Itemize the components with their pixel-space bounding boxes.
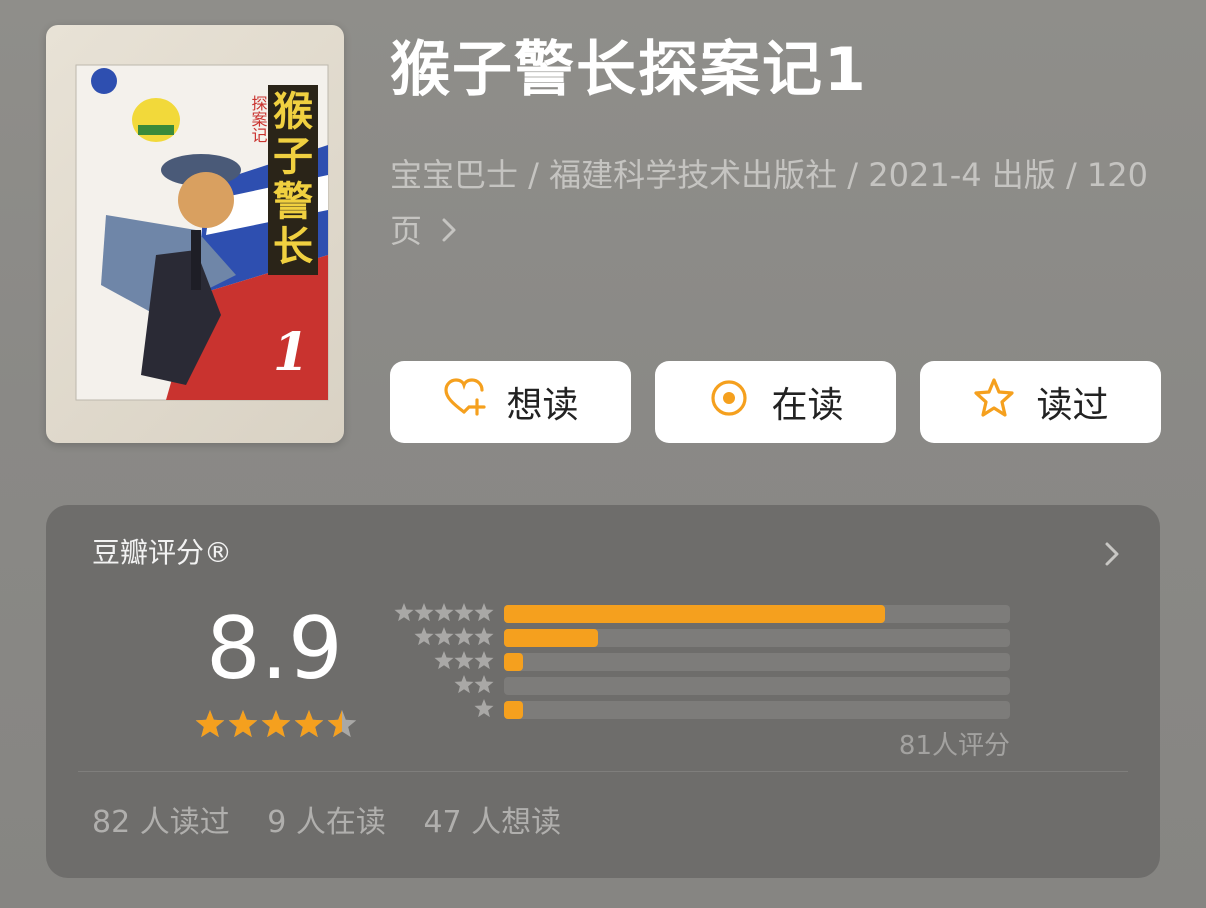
rating-row-1 [384,698,1014,722]
star-icon [434,603,454,622]
star-filled-icon [294,710,324,738]
want-count: 47 人想读 [423,805,562,840]
star-icon [434,651,454,670]
cover-illustration: 猴 子 警 长 探案记 1 [75,64,329,401]
score-stars [194,708,359,746]
rating-row-3 [384,650,1014,674]
rating-row-4 [384,626,1014,650]
rating-bar-3 [504,653,523,671]
have-read-label: 读过 [1036,385,1109,426]
rating-bar-4 [504,629,598,647]
rating-count: 81人评分 [898,731,1010,761]
want-to-read-button[interactable]: 想读 [390,361,631,443]
reader-stats: 82 人读过 9 人在读 47 人想读 [92,797,589,841]
read-count: 82 人读过 [92,805,230,840]
divider [78,771,1128,772]
rating-panel[interactable]: 豆瓣评分® 8.9 81人评分 82 人读过 9 人在读 47 人想读 [46,505,1160,878]
have-read-button[interactable]: 读过 [920,361,1161,443]
target-circle-icon [707,376,751,429]
star-icon [454,651,474,670]
star-icon [434,627,454,646]
cover-title-char-3: 长 [273,224,313,270]
cover-subtitle: 探案记 [249,95,268,143]
star-filled-icon [228,710,258,738]
reading-button[interactable]: 在读 [655,361,896,443]
star-icon [414,603,434,622]
star-icon [454,675,474,694]
rating-bar-1 [504,701,523,719]
book-meta-text: 宝宝巴士 / 福建科学技术出版社 / 2021-4 出版 / 120 页 [390,156,1148,250]
want-to-read-label: 想读 [506,385,579,426]
book-cover[interactable]: 猴 子 警 长 探案记 1 [46,25,344,443]
heart-plus-icon [442,376,487,429]
book-meta[interactable]: 宝宝巴士 / 福建科学技术出版社 / 2021-4 出版 / 120 页 [390,147,1170,261]
star-icon [454,603,474,622]
star-icon [474,651,494,670]
rating-row-5 [384,602,1014,626]
star-icon [474,675,494,694]
star-icon [474,603,494,622]
rating-row-2 [384,674,1014,698]
book-title: 猴子警长探案记1 [390,35,868,105]
star-filled-icon [261,710,291,738]
cover-title-char-0: 猴 [273,89,313,135]
reading-label: 在读 [771,385,844,426]
chevron-right-icon[interactable] [1104,541,1120,571]
reading-count: 9 人在读 [267,805,386,840]
star-icon [454,627,474,646]
star-icon [474,699,494,718]
rating-score: 8.9 [206,599,343,699]
chevron-right-icon [440,205,458,261]
star-icon [414,627,434,646]
star-filled-icon [195,710,225,738]
rating-bar-5 [504,605,885,623]
star-icon [474,627,494,646]
cover-title-char-2: 警 [273,179,313,225]
cover-number: 1 [273,322,309,383]
cover-title-char-1: 子 [273,134,313,180]
star-outline-icon [972,376,1016,429]
star-icon [394,603,414,622]
rating-title: 豆瓣评分® [92,536,233,569]
